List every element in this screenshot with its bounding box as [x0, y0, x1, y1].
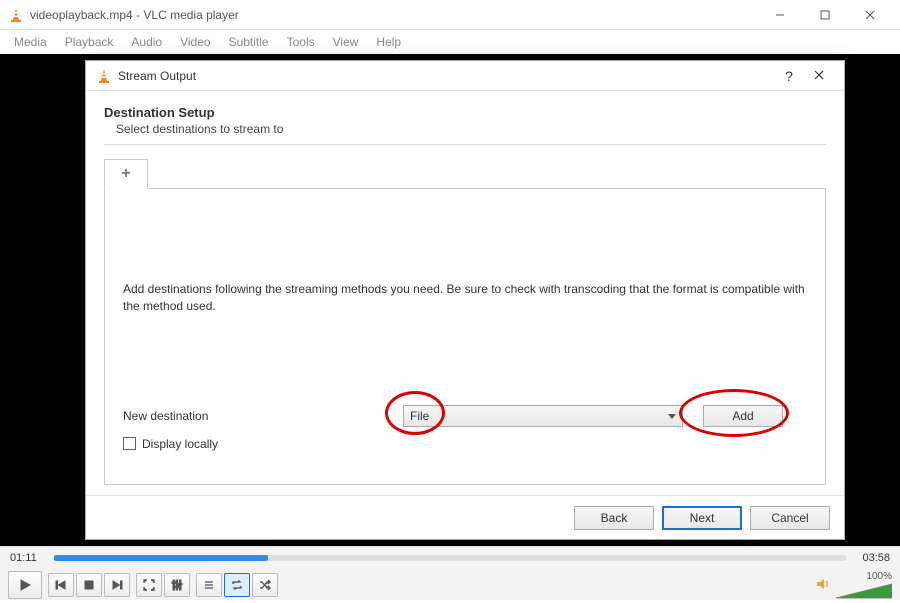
minimize-button[interactable]: [757, 0, 802, 30]
display-locally-label: Display locally: [142, 437, 218, 451]
window-title: videoplayback.mp4 - VLC media player: [30, 8, 757, 22]
dialog-footer: Back Next Cancel: [86, 495, 844, 539]
volume-percent: 100%: [866, 571, 892, 582]
next-button[interactable]: Next: [662, 506, 742, 530]
seek-row: 01:11 03:58: [0, 547, 900, 569]
stream-output-dialog: Stream Output ? Destination Setup Select…: [85, 60, 845, 540]
add-button[interactable]: Add: [703, 405, 783, 427]
playlist-button[interactable]: [196, 573, 222, 597]
extended-settings-button[interactable]: [164, 573, 190, 597]
close-button[interactable]: [847, 0, 892, 30]
vlc-cone-icon: [8, 7, 24, 23]
window-controls: [757, 0, 892, 30]
add-tab-button[interactable]: +: [104, 159, 148, 189]
new-destination-label: New destination: [123, 409, 393, 423]
playlist-group: [196, 573, 278, 597]
plus-icon: +: [121, 165, 130, 183]
cancel-button-label: Cancel: [771, 511, 808, 525]
back-button[interactable]: Back: [574, 506, 654, 530]
destination-tabstrip: +: [104, 159, 826, 189]
next-button[interactable]: [104, 573, 130, 597]
menu-subtitle[interactable]: Subtitle: [221, 32, 277, 52]
play-button[interactable]: [8, 571, 42, 599]
stop-button[interactable]: [76, 573, 102, 597]
section-title: Destination Setup: [104, 105, 826, 120]
destination-select[interactable]: File: [403, 405, 683, 427]
tab-content: Add destinations following the streaming…: [104, 189, 826, 485]
main-titlebar: videoplayback.mp4 - VLC media player: [0, 0, 900, 30]
seek-fill: [54, 555, 268, 561]
destination-select-value: File: [410, 409, 429, 423]
speaker-icon[interactable]: [816, 577, 830, 594]
seek-slider[interactable]: [54, 555, 846, 561]
dialog-titlebar[interactable]: Stream Output ?: [86, 61, 844, 91]
fullscreen-button[interactable]: [136, 573, 162, 597]
menu-tools[interactable]: Tools: [279, 32, 323, 52]
menu-video[interactable]: Video: [172, 32, 218, 52]
menu-media[interactable]: Media: [6, 32, 55, 52]
dialog-body: Destination Setup Select destinations to…: [86, 91, 844, 495]
total-time[interactable]: 03:58: [854, 552, 890, 564]
divider: [104, 144, 826, 145]
dialog-help-button[interactable]: ?: [774, 68, 804, 84]
dialog-title: Stream Output: [118, 69, 774, 83]
menubar: Media Playback Audio Video Subtitle Tool…: [0, 30, 900, 54]
section-subtitle: Select destinations to stream to: [116, 122, 826, 136]
menu-audio[interactable]: Audio: [123, 32, 170, 52]
prev-button[interactable]: [48, 573, 74, 597]
control-row: 100%: [0, 569, 900, 601]
dialog-close-button[interactable]: [804, 69, 834, 83]
vlc-cone-icon: [96, 68, 112, 84]
volume-control: 100%: [816, 571, 892, 600]
maximize-button[interactable]: [802, 0, 847, 30]
display-locally-row: Display locally: [123, 437, 807, 451]
loop-button[interactable]: [224, 573, 250, 597]
view-group: [136, 573, 190, 597]
cancel-button[interactable]: Cancel: [750, 506, 830, 530]
back-button-label: Back: [601, 511, 628, 525]
menu-help[interactable]: Help: [368, 32, 409, 52]
elapsed-time[interactable]: 01:11: [10, 552, 46, 564]
instruction-text: Add destinations following the streaming…: [123, 281, 807, 315]
add-button-label: Add: [732, 409, 753, 423]
skip-group: [48, 573, 130, 597]
menu-view[interactable]: View: [325, 32, 367, 52]
menu-playback[interactable]: Playback: [57, 32, 122, 52]
display-locally-checkbox[interactable]: [123, 437, 136, 450]
next-button-label: Next: [690, 511, 715, 525]
player-controls: 01:11 03:58 100%: [0, 546, 900, 600]
shuffle-button[interactable]: [252, 573, 278, 597]
new-destination-row: New destination File Add: [123, 405, 807, 427]
volume-slider[interactable]: [836, 582, 892, 600]
